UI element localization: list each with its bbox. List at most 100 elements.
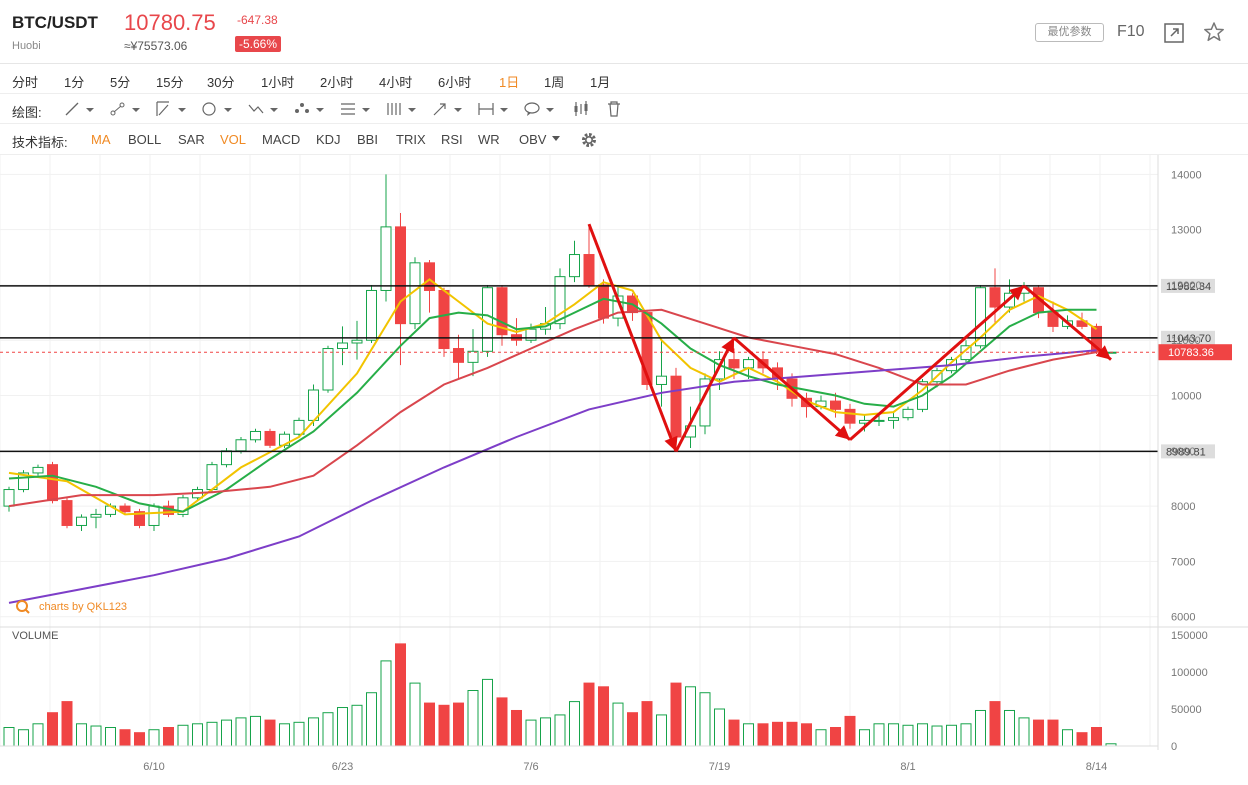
- arrow-tool-icon[interactable]: [430, 99, 464, 119]
- indicator-sar[interactable]: SAR: [178, 132, 205, 147]
- exchange-name: Huobi: [12, 40, 41, 52]
- candle-body: [743, 359, 754, 369]
- pattern-tool-icon[interactable]: [292, 99, 326, 119]
- volume-bar: [511, 709, 522, 747]
- indicator-trix[interactable]: TRIX: [396, 132, 426, 147]
- candle-tool-icon[interactable]: [572, 99, 590, 119]
- price-change-percent: -5.66%: [235, 36, 282, 52]
- volume-bar: [163, 727, 174, 747]
- candle-body: [264, 430, 276, 446]
- volume-bar: [3, 727, 15, 747]
- price-change: -647.38: [237, 13, 278, 27]
- price-tick-label: 14000: [1171, 169, 1202, 181]
- shape-tool-icon[interactable]: [200, 99, 234, 119]
- volume-bar: [467, 690, 479, 747]
- indicator-bbi[interactable]: BBI: [357, 132, 378, 147]
- tab-period[interactable]: 1分: [64, 72, 84, 91]
- volume-bar: [946, 724, 957, 747]
- indicator-vol[interactable]: VOL: [220, 132, 246, 147]
- candle-body: [337, 342, 348, 350]
- candle-body: [888, 417, 899, 421]
- candle-body: [525, 328, 537, 341]
- indicator-ma[interactable]: MA: [91, 132, 111, 147]
- candle-body: [148, 505, 160, 526]
- expand-icon[interactable]: [1163, 22, 1185, 44]
- indicator-boll[interactable]: BOLL: [128, 132, 161, 147]
- tab-period[interactable]: 4小时: [379, 72, 412, 91]
- volume-bar: [250, 715, 261, 747]
- volume-bar: [641, 701, 653, 747]
- tab-period-active[interactable]: 1日: [499, 72, 519, 91]
- trash-icon[interactable]: [605, 99, 623, 119]
- price-tick-label: 10000: [1171, 391, 1202, 403]
- tab-period[interactable]: 1月: [590, 72, 610, 91]
- tab-period[interactable]: 6小时: [438, 72, 471, 91]
- tab-period[interactable]: 30分: [207, 72, 234, 91]
- candle-body: [873, 419, 885, 422]
- indicator-obv[interactable]: OBV: [519, 132, 546, 147]
- volume-bar: [1018, 717, 1030, 747]
- indicator-wr[interactable]: WR: [478, 132, 500, 147]
- indicator-rsi[interactable]: RSI: [441, 132, 463, 147]
- gear-icon[interactable]: [580, 131, 598, 149]
- measure-tool-icon[interactable]: [476, 99, 510, 119]
- quote-header: BTC/USDT Huobi 10780.75 ≈¥75573.06 -647.…: [0, 0, 1248, 64]
- watermark-text: charts by QKL123: [39, 601, 127, 613]
- line-tool-icon[interactable]: [62, 99, 96, 119]
- volume-bars: [3, 643, 1117, 747]
- volume-bar: [337, 707, 348, 747]
- indicator-macd[interactable]: MACD: [262, 132, 300, 147]
- tab-period[interactable]: 1小时: [261, 72, 294, 91]
- date-tick-label: 8/14: [1086, 761, 1107, 773]
- volume-bar: [801, 723, 812, 747]
- tab-period[interactable]: 5分: [110, 72, 130, 91]
- optimal-params-button[interactable]: 最优参数: [1035, 23, 1104, 42]
- volume-bar: [1076, 732, 1088, 747]
- volume-bar: [569, 701, 580, 747]
- candle-body: [119, 505, 131, 513]
- ma10-line: [8, 297, 1097, 513]
- chevron-down-icon[interactable]: [551, 135, 561, 143]
- candle-body: [656, 375, 667, 385]
- volume-bar: [554, 714, 566, 747]
- date-tick-label: 8/1: [900, 761, 915, 773]
- tab-period[interactable]: 分时: [12, 72, 38, 91]
- volume-bar: [728, 719, 740, 747]
- volume-tick-label: 0: [1171, 741, 1177, 753]
- gann-tool-icon[interactable]: [384, 99, 418, 119]
- symbol-title: BTC/USDT: [12, 13, 98, 32]
- price-tick-label: 12000: [1171, 280, 1202, 292]
- volume-tick-label: 150000: [1171, 630, 1208, 642]
- candle-body: [90, 513, 102, 518]
- annotation-segment: [1023, 284, 1112, 361]
- tab-period[interactable]: 2小时: [320, 72, 353, 91]
- fib-tool-icon[interactable]: [338, 99, 372, 119]
- ray-tool-icon[interactable]: [108, 99, 142, 119]
- candle-body: [453, 348, 464, 363]
- tab-period[interactable]: 1周: [544, 72, 564, 91]
- price-chart[interactable]: 11982.3411043.708989.8110783.36 14000130…: [0, 155, 1248, 785]
- price-tick-label: 11000: [1171, 335, 1201, 347]
- volume-bar: [844, 715, 856, 747]
- volume-bar: [279, 723, 290, 747]
- tab-period[interactable]: 15分: [156, 72, 183, 91]
- wave-tool-icon[interactable]: [246, 99, 280, 119]
- star-icon[interactable]: [1203, 21, 1225, 43]
- candle-body: [438, 289, 450, 350]
- candle-body: [569, 254, 580, 278]
- volume-bar: [612, 702, 624, 747]
- annotation-tool-icon[interactable]: [522, 99, 556, 119]
- indicator-kdj[interactable]: KDJ: [316, 132, 341, 147]
- moving-average-lines: [8, 278, 1098, 604]
- candle-body: [351, 339, 363, 344]
- f10-button[interactable]: F10: [1117, 23, 1145, 41]
- candle-body: [76, 516, 87, 526]
- channel-tool-icon[interactable]: [154, 99, 188, 119]
- candle-body: [844, 408, 856, 424]
- cny-price: ≈¥75573.06: [124, 39, 188, 53]
- volume-bar: [308, 717, 319, 747]
- candle-body: [47, 464, 58, 502]
- volume-bar: [119, 729, 131, 747]
- volume-bar: [32, 723, 44, 747]
- ma5-line: [8, 278, 1098, 516]
